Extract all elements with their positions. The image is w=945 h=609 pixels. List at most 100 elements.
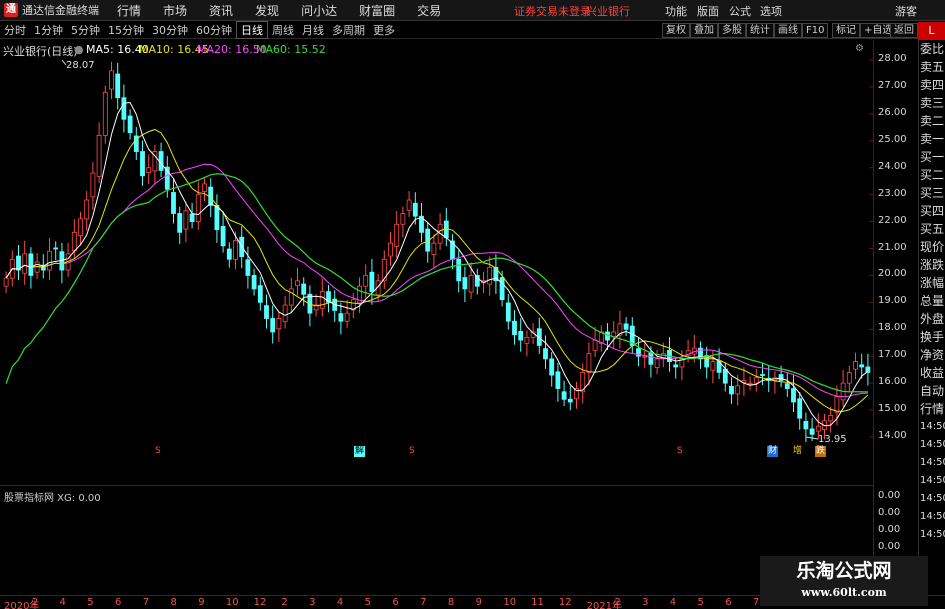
multi-stock-button[interactable]: 多股 (718, 23, 746, 38)
date-tick-label: 7 (420, 597, 427, 608)
price-tick-label: 27.00 (878, 79, 907, 91)
menu-formula[interactable]: 公式 (729, 3, 751, 19)
event-marker[interactable]: S (408, 446, 416, 457)
quote-field: 买二 (920, 168, 945, 182)
quote-field: 买四 (920, 204, 945, 218)
menu-trade[interactable]: 交易 (417, 2, 441, 19)
quote-field[interactable]: 行情 (919, 400, 945, 418)
date-tick-label: 4 (59, 597, 66, 608)
draw-line-button[interactable]: 画线 (774, 23, 802, 38)
tab-more[interactable]: 更多 (369, 22, 399, 38)
date-tick-label: 12 (253, 597, 267, 608)
indicator-tick-label: 0.00 (878, 507, 901, 518)
menu-ask[interactable]: 问小达 (301, 2, 337, 19)
date-tick-label: 6 (725, 597, 732, 608)
date-tick-label: 6 (392, 597, 399, 608)
candle-body (797, 398, 803, 419)
overlay-button[interactable]: 叠加 (690, 23, 718, 38)
candle-body (319, 291, 325, 309)
quote-panel: 委比 卖五 卖四 卖三 卖二 卖一 买一 买二 买三 买四 买五 现价 涨跌 涨… (918, 40, 945, 595)
price-axis: 28.00 27.00 26.00 25.00 24.00 23.00 22.00 21.00… (873, 40, 918, 595)
event-marker[interactable]: 增 (792, 446, 803, 457)
candle-body (226, 248, 232, 260)
settings-gear-icon[interactable]: ⚙ (855, 43, 864, 54)
quote-field: 外盘 (920, 312, 945, 326)
menu-guest[interactable]: 游客 (895, 3, 917, 19)
menu-market[interactable]: 市场 (163, 2, 187, 19)
quote-field[interactable]: 自动 (919, 382, 945, 400)
restore-rights-button[interactable]: 复权 (662, 23, 690, 38)
tab-weekly[interactable]: 周线 (268, 22, 298, 38)
candle-body (171, 192, 176, 214)
event-marker[interactable]: S (154, 446, 162, 457)
corner-badge[interactable]: L (918, 22, 945, 40)
candlestick-chart[interactable] (0, 40, 873, 485)
date-tick-label: 8 (447, 597, 455, 608)
event-marker[interactable]: 财 (767, 446, 779, 457)
menu-function[interactable]: 功能 (665, 3, 687, 19)
candle-body (586, 353, 592, 373)
indicator-panel[interactable] (0, 485, 873, 595)
menu-layout[interactable]: 版面 (697, 3, 719, 19)
date-tick-label: 7 (142, 597, 150, 608)
chart-canvas[interactable] (0, 40, 873, 485)
event-marker[interactable]: 解 (354, 446, 366, 457)
ma60-line (5, 173, 868, 393)
date-tick-label: 10 (225, 597, 239, 608)
candle-body (109, 70, 114, 90)
candle-body (177, 213, 183, 233)
event-marker[interactable]: 跌 (815, 446, 827, 457)
candle-body (760, 374, 765, 376)
tab-5min[interactable]: 5分钟 (67, 22, 104, 38)
candle-body (264, 305, 269, 319)
candle-body (102, 91, 108, 136)
back-button[interactable]: 返回 (890, 23, 918, 38)
price-tick-label: 15.00 (878, 403, 907, 415)
tab-1min[interactable]: 1分钟 (30, 22, 67, 38)
candle-body (567, 398, 573, 403)
tick-time: 14:50 (920, 511, 945, 522)
app-title: 通达信金融终端 (22, 4, 99, 17)
date-tick-label: 2 (614, 597, 621, 608)
event-marker[interactable]: S (676, 446, 684, 457)
watermark-title: 乐淘公式网 (796, 560, 892, 582)
menu-news[interactable]: 资讯 (209, 2, 233, 19)
candle-body (220, 226, 226, 247)
tab-30min[interactable]: 30分钟 (148, 22, 192, 38)
date-tick-label: 12 (558, 597, 572, 608)
date-tick-label: 11 (531, 597, 544, 608)
candle-body (394, 223, 400, 247)
settings-circle-icon[interactable]: ● (74, 43, 84, 56)
candle-body (654, 358, 660, 368)
tab-timeshare[interactable]: 分时 (0, 22, 30, 38)
candle-body (487, 266, 493, 285)
tab-15min[interactable]: 15分钟 (104, 22, 148, 38)
login-notice[interactable]: 证券交易未登录 (514, 3, 591, 19)
candle-body (90, 172, 96, 198)
ma60-label: MA60: 15.52 (256, 43, 326, 56)
candle-body (412, 202, 418, 217)
candle-body (474, 275, 480, 287)
mark-button[interactable]: 标记 (832, 23, 860, 38)
ma20-line (5, 163, 868, 398)
candle-body (778, 374, 784, 381)
candle-body (431, 242, 437, 255)
date-tick-label: 5 (87, 597, 94, 608)
menu-options[interactable]: 选项 (760, 3, 782, 19)
candle-body (747, 382, 753, 385)
tab-multi-period[interactable]: 多周期 (328, 22, 369, 38)
menubar: 通 通达信金融终端 行情 市场 资讯 发现 问小达 财富圈 交易 证券交易未登录… (0, 0, 945, 21)
menu-discover[interactable]: 发现 (255, 2, 279, 19)
candle-body (344, 312, 350, 322)
tab-daily[interactable]: 日线 (236, 21, 268, 39)
menu-wealth-circle[interactable]: 财富圈 (359, 2, 395, 19)
tab-60min[interactable]: 60分钟 (192, 22, 236, 38)
tab-monthly[interactable]: 月线 (298, 22, 328, 38)
price-tick-label: 21.00 (878, 241, 907, 253)
statistics-button[interactable]: 统计 (746, 23, 774, 38)
f10-button[interactable]: F10 (802, 23, 829, 38)
quote-field: 委比 (920, 42, 945, 56)
menu-quotes[interactable]: 行情 (117, 2, 141, 19)
quote-field: 卖二 (920, 114, 945, 128)
tick-time: 14:50 (920, 457, 945, 468)
